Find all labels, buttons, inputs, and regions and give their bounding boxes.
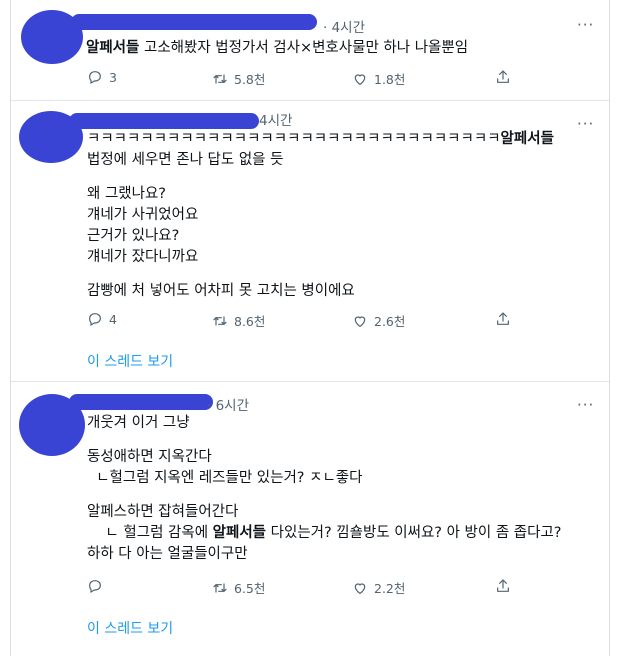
retweet-button[interactable]: 6.5천 — [212, 578, 265, 597]
retweet-icon — [213, 582, 227, 593]
tweet-2-actions: 4 8.6천 2.6천 — [11, 311, 609, 333]
share-icon — [497, 579, 509, 592]
tweet-3[interactable]: · 6시간 ··· 개웃겨 이거 그냥 동성애하면 지옥간다 ㄴ헐그럼 지옥엔 … — [11, 382, 609, 656]
more-icon[interactable]: ··· — [577, 115, 594, 133]
like-icon — [354, 315, 366, 327]
show-thread-link[interactable]: 이 스레드 보기 — [87, 351, 173, 371]
like-icon — [354, 73, 366, 85]
share-icon — [497, 70, 509, 83]
like-button[interactable]: 1.8천 — [352, 69, 405, 88]
reply-button[interactable]: 3 — [87, 69, 117, 85]
reply-icon — [89, 313, 101, 327]
reply-button[interactable]: 4 — [87, 311, 117, 327]
like-icon — [354, 582, 366, 594]
reply-icon — [89, 580, 101, 594]
timeline: · 4시간 ··· 알페서들 고소해봤자 법정가서 검사×변호사물만 하나 나올… — [10, 0, 610, 656]
tweet-2-timestamp[interactable]: 4시간 — [259, 109, 292, 129]
like-button[interactable]: 2.6천 — [352, 311, 405, 330]
show-thread-link[interactable]: 이 스레드 보기 — [87, 618, 173, 638]
tweet-1-text: 알페서들 고소해봤자 법정가서 검사×변호사물만 하나 나올뿐임 — [86, 40, 469, 56]
tweet-3-actions: 6.5천 2.2천 — [11, 578, 609, 600]
share-button[interactable] — [495, 69, 511, 85]
retweet-icon — [213, 315, 227, 326]
tweet-1-actions: 3 5.8천 1.8천 — [11, 69, 609, 91]
more-icon[interactable]: ··· — [577, 396, 594, 414]
share-icon — [497, 312, 509, 325]
retweet-icon — [213, 73, 227, 84]
tweet-2[interactable]: 4시간 ··· ㅋㅋㅋㅋㅋㅋㅋㅋㅋㅋㅋㅋㅋㅋㅋㅋㅋㅋㅋㅋㅋㅋㅋㅋㅋㅋㅋㅋㅋㅋㅋ알… — [11, 101, 609, 381]
redacted-username-2 — [69, 113, 259, 129]
tweet-2-text: ㅋㅋㅋㅋㅋㅋㅋㅋㅋㅋㅋㅋㅋㅋㅋㅋㅋㅋㅋㅋㅋㅋㅋㅋㅋㅋㅋㅋㅋㅋㅋ알페서들 법정에 … — [87, 131, 554, 299]
share-button[interactable] — [495, 578, 511, 594]
tweet-3-timestamp[interactable]: · 6시간 — [207, 394, 249, 414]
retweet-button[interactable]: 5.8천 — [212, 69, 265, 88]
like-button[interactable]: 2.2천 — [352, 578, 405, 597]
reply-icon — [89, 71, 101, 85]
reply-button[interactable] — [87, 578, 109, 594]
redacted-username-1 — [71, 14, 317, 30]
retweet-button[interactable]: 8.6천 — [212, 311, 265, 330]
tweet-1-timestamp[interactable]: · 4시간 — [323, 16, 365, 36]
redacted-username-3 — [69, 394, 213, 410]
more-icon[interactable]: ··· — [577, 16, 594, 34]
tweet-1[interactable]: · 4시간 ··· 알페서들 고소해봤자 법정가서 검사×변호사물만 하나 나올… — [11, 0, 609, 100]
tweet-3-text: 개웃겨 이거 그냥 동성애하면 지옥간다 ㄴ헐그럼 지옥엔 레즈들만 있는거? … — [87, 415, 562, 562]
share-button[interactable] — [495, 311, 511, 327]
